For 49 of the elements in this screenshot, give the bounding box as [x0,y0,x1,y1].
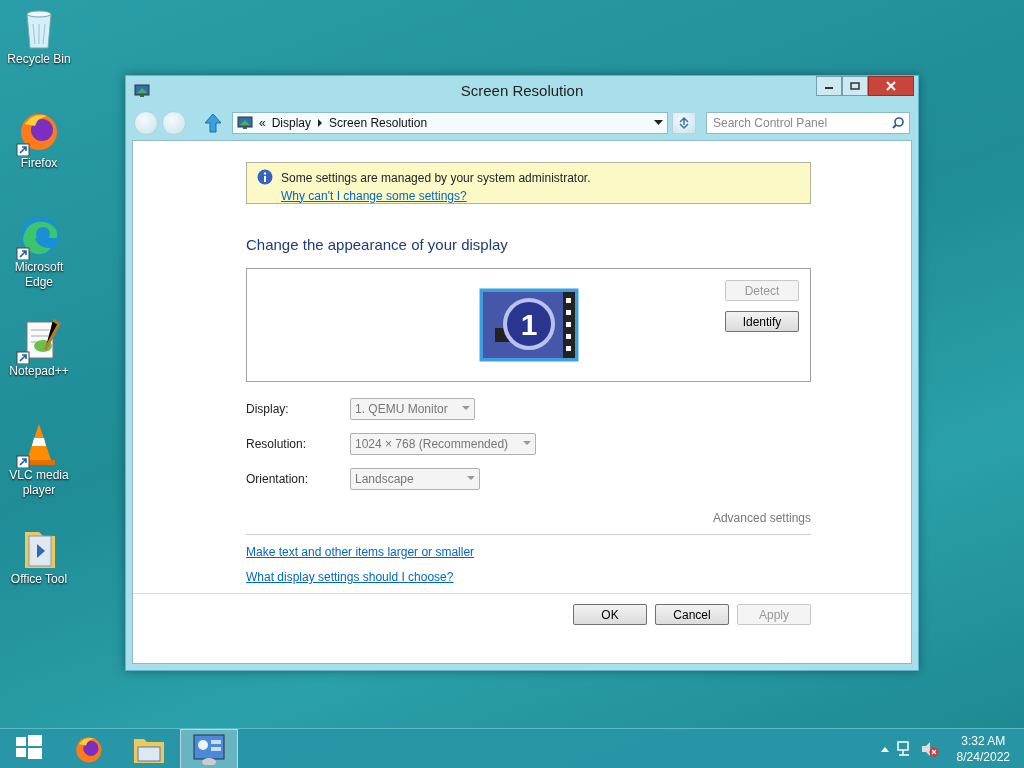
dialog-button[interactable]: OK [573,604,647,625]
help-link[interactable]: What display settings should I choose? [246,568,454,586]
dropdown-caret-icon [467,476,475,481]
breadcrumb-item[interactable]: Screen Resolution [329,113,428,132]
dropdown-caret-icon [461,406,470,411]
setting-label: Orientation: [246,470,310,488]
clock-date[interactable]: 8/24/2022 [956,748,1010,765]
help-link[interactable]: Why can't I change some settings? [281,188,467,203]
refresh-button[interactable] [672,111,696,134]
breadcrumb-item[interactable]: Display [271,113,312,132]
window-button[interactable]: Identify [725,311,799,332]
window-title: Screen Resolution [460,81,584,99]
search-icon[interactable] [892,116,904,129]
icon-label[interactable]: Notepad++ [2,364,76,379]
control-panel-icon [192,732,226,765]
setting-label: Resolution: [246,435,308,453]
chevron-icon [317,118,324,127]
refresh-icon [677,115,691,130]
chevron-up-icon[interactable] [880,745,889,752]
restore-icon [850,82,860,90]
monitor-icon [134,83,150,98]
advanced-settings-link[interactable]: Advanced settings [246,509,811,535]
dropdown-caret-icon[interactable] [654,119,663,126]
taskbar-button[interactable] [180,728,238,768]
icon-label[interactable]: Recycle Bin [2,52,76,67]
maximize-button[interactable] [842,76,868,96]
help-link[interactable]: Make text and other items larger or smaller [246,543,475,561]
up-arrow-icon[interactable] [204,112,222,133]
icon-label[interactable]: Microsoft Edge [2,260,76,290]
icon-label[interactable]: VLC media player [2,468,76,498]
info-icon [257,168,273,185]
address-bar[interactable]: « Display Screen Resolution [232,111,668,134]
clock-time[interactable]: 3:32 AM [956,732,1010,749]
monitor-icon [237,115,253,130]
setting-label: Display: [246,400,290,418]
muted-speaker-icon[interactable] [920,740,939,757]
minimize-button[interactable] [816,76,842,96]
info-message: Some settings are managed by your system administrator. [281,169,591,187]
close-icon [886,81,896,91]
dialog-button[interactable]: Cancel [655,604,729,625]
icon-label[interactable]: Office Tool [2,572,76,587]
notepad-icon[interactable] [15,316,63,364]
breadcrumb-overflow[interactable]: « [259,113,266,132]
dropdown-caret-icon [523,441,531,446]
monitor-drawing: 1 [478,288,579,362]
search-field[interactable]: Search Control Panel [706,111,910,134]
section-heading: Change the appearance of your display [246,234,509,255]
close-button[interactable] [868,76,914,96]
icon-label[interactable]: Firefox [2,156,76,171]
